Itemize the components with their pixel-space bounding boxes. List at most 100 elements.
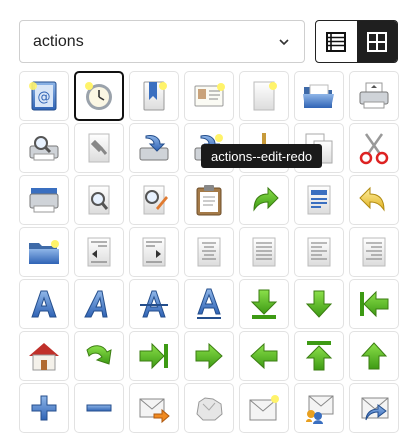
icon-tile[interactable] — [239, 331, 289, 381]
icon-tile[interactable] — [19, 383, 69, 433]
folder-open-icon — [303, 84, 334, 108]
go-top-icon — [305, 341, 333, 371]
icon-tile[interactable]: @ — [19, 71, 69, 121]
list-view-button[interactable] — [316, 21, 357, 62]
icon-tile[interactable] — [349, 383, 399, 433]
list-remove-icon — [86, 404, 112, 412]
mail-reply-all-icon — [306, 395, 334, 424]
icon-tile[interactable] — [129, 383, 179, 433]
go-last-icon — [139, 342, 168, 370]
document-properties-icon — [88, 133, 110, 163]
go-first-icon — [360, 290, 389, 318]
icon-tile[interactable] — [129, 331, 179, 381]
icon-tile[interactable] — [184, 175, 234, 225]
go-jump-icon — [86, 345, 112, 365]
list-add-icon — [31, 395, 57, 421]
printer-delete-icon — [29, 188, 59, 213]
edit-paste-icon — [196, 185, 222, 216]
folder-new-icon — [29, 240, 59, 264]
format-indent-more-icon — [142, 237, 166, 267]
icon-tile[interactable] — [239, 71, 289, 121]
icon-tile[interactable] — [294, 175, 344, 225]
go-bottom-icon — [250, 289, 278, 319]
svg-text:@: @ — [38, 90, 51, 105]
icon-tile[interactable] — [129, 123, 179, 173]
icon-tile[interactable] — [239, 175, 289, 225]
edit-redo-icon — [253, 186, 279, 212]
format-indent-less-icon — [87, 237, 111, 267]
icon-tile[interactable] — [129, 71, 179, 121]
document-save-icon — [139, 135, 169, 161]
icon-tile[interactable] — [74, 227, 124, 277]
icon-set-select[interactable]: actions — [19, 20, 305, 63]
icon-tile[interactable] — [19, 227, 69, 277]
icon-tile[interactable] — [74, 123, 124, 173]
icon-tile[interactable] — [184, 331, 234, 381]
document-edit-icon — [143, 185, 168, 215]
icon-tile[interactable] — [349, 279, 399, 329]
icon-tile[interactable] — [19, 331, 69, 381]
go-previous-icon — [250, 342, 278, 370]
format-text-italic-icon — [84, 290, 108, 318]
icon-tile[interactable] — [74, 175, 124, 225]
format-justify-left-icon — [307, 237, 331, 267]
grid-view-icon — [366, 31, 387, 52]
icon-tile[interactable] — [74, 331, 124, 381]
icon-tile[interactable] — [349, 71, 399, 121]
chevron-down-icon — [279, 39, 289, 46]
icon-tile[interactable] — [129, 279, 179, 329]
edit-cut-icon — [359, 133, 389, 165]
icon-tooltip: actions--edit-redo — [201, 144, 323, 168]
icon-tile[interactable] — [74, 279, 124, 329]
icon-tile[interactable] — [19, 175, 69, 225]
icon-tile[interactable] — [294, 331, 344, 381]
address-book-icon: @ — [29, 81, 57, 111]
icon-tile[interactable] — [129, 227, 179, 277]
contact-card-icon — [194, 83, 225, 107]
icon-tile[interactable] — [349, 175, 399, 225]
format-text-underline-icon — [197, 288, 221, 319]
icon-tile[interactable] — [239, 383, 289, 433]
icon-tile[interactable] — [184, 279, 234, 329]
icon-tile[interactable] — [19, 279, 69, 329]
mail-message-new-icon — [249, 395, 279, 421]
icon-tile[interactable] — [129, 175, 179, 225]
document-find-icon — [88, 185, 110, 215]
icon-tile[interactable] — [74, 71, 124, 121]
go-home-icon — [29, 343, 59, 371]
go-up-icon — [360, 342, 388, 370]
icon-tile[interactable] — [239, 279, 289, 329]
bookmark-new-icon — [143, 81, 167, 111]
format-justify-right-icon — [362, 237, 386, 267]
format-justify-fill-icon — [252, 237, 276, 267]
view-toggle — [315, 20, 398, 63]
mail-junk-icon — [196, 397, 223, 421]
icon-tile[interactable] — [294, 71, 344, 121]
icon-tile[interactable] — [294, 279, 344, 329]
icon-tile[interactable] — [294, 383, 344, 433]
grid-view-button[interactable] — [356, 21, 397, 62]
icon-set-select-value: actions — [33, 32, 84, 50]
appointment-clock-icon — [85, 82, 112, 110]
icon-tile[interactable] — [349, 331, 399, 381]
go-next-icon — [195, 342, 223, 370]
icon-tile[interactable] — [19, 123, 69, 173]
icon-tile[interactable] — [184, 383, 234, 433]
icon-tile[interactable] — [349, 227, 399, 277]
icon-grid: @ — [19, 71, 399, 433]
icon-tile[interactable] — [294, 227, 344, 277]
icon-tile[interactable] — [239, 227, 289, 277]
mail-reply-sender-icon — [361, 397, 389, 421]
print-preview-icon — [29, 136, 59, 161]
go-down-icon — [305, 290, 333, 318]
icon-tile[interactable] — [184, 227, 234, 277]
icon-tile[interactable] — [184, 71, 234, 121]
format-justify-center-icon — [197, 237, 221, 267]
edit-undo-icon — [359, 186, 385, 212]
icon-tile[interactable] — [74, 383, 124, 433]
format-justify-icon — [307, 185, 331, 215]
icon-tile[interactable] — [349, 123, 399, 173]
document-new-icon — [253, 81, 277, 111]
printer-icon — [359, 82, 389, 109]
format-text-bold-icon — [31, 290, 57, 318]
